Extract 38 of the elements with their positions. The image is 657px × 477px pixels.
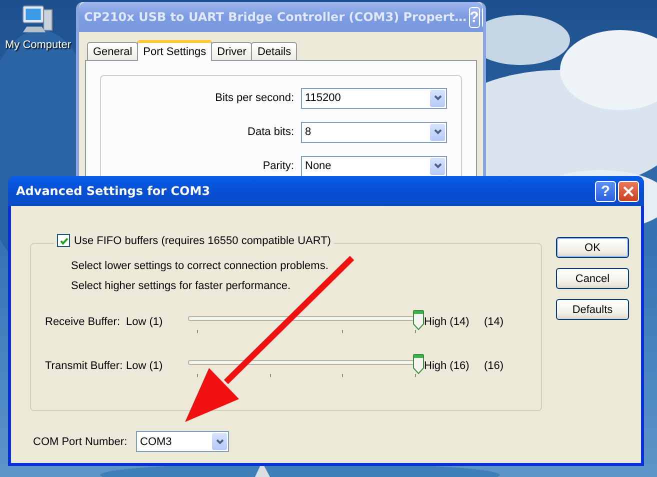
- high-label: High (14): [424, 316, 470, 328]
- com-port-label: COM Port Number:: [33, 436, 128, 448]
- com-port-dropdown[interactable]: COM3: [136, 431, 229, 452]
- hint-text: Select lower settings to correct connection problems.: [71, 260, 330, 272]
- chevron-down-icon: [216, 438, 224, 444]
- close-icon: [623, 186, 634, 196]
- slider-label: Transmit Buffer:: [45, 360, 124, 372]
- hint-text: Select higher settings for faster performance.: [71, 280, 292, 292]
- tab[interactable]: Details: [251, 42, 298, 60]
- desktop-icon-label[interactable]: My Computer: [4, 39, 72, 51]
- field-label: Data bits:: [246, 126, 295, 138]
- tab[interactable]: Driver: [211, 42, 252, 60]
- fifo-checkbox[interactable]: [57, 234, 70, 247]
- dropdown[interactable]: None: [301, 156, 447, 176]
- tab[interactable]: Port Settings: [137, 40, 212, 61]
- chevron-down-icon: [434, 129, 442, 135]
- slider-thumb[interactable]: [413, 310, 424, 330]
- slider-value: (16): [484, 360, 505, 372]
- dialog-button[interactable]: OK: [556, 237, 629, 258]
- low-label: Low (1): [126, 360, 164, 372]
- low-label: Low (1): [126, 316, 164, 328]
- slider-label: Receive Buffer:: [45, 316, 122, 328]
- help-button[interactable]: ?: [595, 180, 616, 202]
- close-button[interactable]: [618, 180, 639, 202]
- slider-thumb[interactable]: [413, 354, 424, 374]
- tab[interactable]: General: [87, 42, 138, 60]
- slider-value: (14): [484, 316, 505, 328]
- chevron-down-icon: [434, 95, 442, 101]
- window-title: CP210x USB to UART Bridge Controller (COM3) Propert…: [84, 10, 467, 24]
- dialog-button[interactable]: Defaults: [556, 299, 629, 320]
- high-label: High (16): [424, 360, 470, 372]
- dialog-title: Advanced Settings for COM3: [16, 184, 212, 198]
- dropdown[interactable]: 115200: [301, 88, 447, 108]
- dialog-button[interactable]: Cancel: [556, 268, 629, 289]
- chevron-down-icon: [434, 163, 442, 169]
- field-label: Bits per second:: [214, 92, 295, 104]
- field-label: Parity:: [262, 160, 295, 172]
- dropdown[interactable]: 8: [301, 122, 447, 142]
